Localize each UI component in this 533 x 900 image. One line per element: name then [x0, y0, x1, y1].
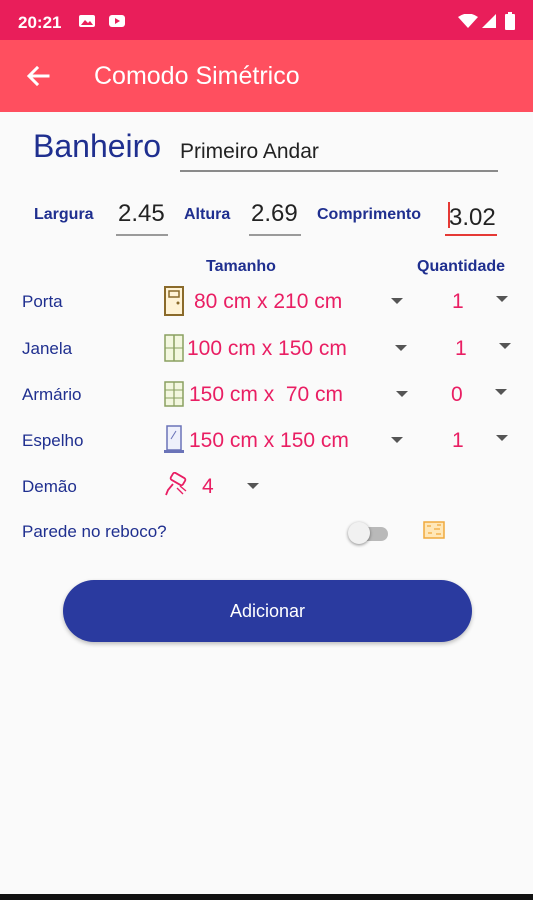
page-title: Comodo Simétrico: [94, 62, 300, 90]
largura-input[interactable]: 2.45: [116, 196, 168, 236]
altura-value: 2.69: [251, 200, 298, 227]
back-arrow-icon[interactable]: [24, 62, 52, 90]
add-button[interactable]: Adicionar: [63, 580, 472, 642]
coats-dropdown-icon[interactable]: [247, 483, 259, 489]
altura-input[interactable]: 2.69: [249, 196, 301, 236]
item-label-janela: Janela: [22, 339, 73, 358]
mirror-icon: [164, 425, 184, 453]
altura-label: Altura: [184, 206, 231, 223]
window-icon: [164, 334, 184, 362]
espelho-quantity-select[interactable]: 1: [452, 429, 464, 453]
janela-size-dropdown-icon[interactable]: [395, 345, 407, 351]
largura-value: 2.45: [118, 200, 165, 227]
item-label-armario: Armário: [22, 385, 82, 404]
janela-size-select[interactable]: 100 cm x 150 cm: [187, 337, 347, 361]
comprimento-value: 3.02: [449, 204, 496, 231]
comprimento-input[interactable]: 3.02: [445, 196, 497, 236]
espelho-size-select[interactable]: 150 cm x 150 cm: [189, 429, 349, 453]
comprimento-label: Comprimento: [317, 206, 421, 223]
wifi-icon: [458, 14, 478, 28]
espelho-size-dropdown-icon[interactable]: [391, 437, 403, 443]
plaster-toggle[interactable]: [348, 522, 390, 544]
coats-select[interactable]: 4: [202, 475, 214, 499]
armario-size-select[interactable]: 150 cm x 70 cm: [189, 383, 343, 407]
gallery-notification-icon: [79, 15, 95, 27]
size-column-header: Tamanho: [206, 258, 276, 275]
janela-quantity-select[interactable]: 1: [455, 337, 467, 361]
armario-quantity-select[interactable]: 0: [451, 383, 463, 407]
plaster-label: Parede no reboco?: [22, 522, 167, 541]
room-name: Banheiro: [33, 128, 162, 164]
signal-icon: [482, 14, 496, 28]
item-label-porta: Porta: [22, 292, 63, 311]
floor-input[interactable]: Primeiro Andar: [180, 138, 498, 172]
wall-texture-icon: [423, 521, 445, 539]
app-bar: Comodo Simétrico: [0, 40, 533, 112]
armario-size-dropdown-icon[interactable]: [396, 391, 408, 397]
paint-roller-icon: [165, 472, 187, 496]
status-bar: 20:21: [0, 0, 533, 40]
porta-size-select[interactable]: 80 cm x 210 cm: [194, 290, 342, 314]
item-label-espelho: Espelho: [22, 431, 84, 450]
largura-label: Largura: [34, 206, 94, 223]
coats-label: Demão: [22, 477, 77, 496]
status-time: 20:21: [18, 13, 62, 32]
janela-quantity-dropdown-icon[interactable]: [499, 343, 511, 349]
navigation-bar: [0, 894, 533, 900]
espelho-quantity-dropdown-icon[interactable]: [496, 435, 508, 441]
battery-icon: [505, 12, 515, 30]
youtube-notification-icon: [109, 15, 125, 27]
porta-quantity-dropdown-icon[interactable]: [496, 296, 508, 302]
door-icon: [164, 286, 184, 316]
quantity-column-header: Quantidade: [417, 258, 506, 275]
floor-value: Primeiro Andar: [180, 140, 319, 163]
toggle-thumb: [348, 522, 370, 544]
armario-quantity-dropdown-icon[interactable]: [495, 389, 507, 395]
porta-size-dropdown-icon[interactable]: [391, 298, 403, 304]
cabinet-icon: [164, 381, 184, 407]
porta-quantity-select[interactable]: 1: [452, 290, 464, 314]
